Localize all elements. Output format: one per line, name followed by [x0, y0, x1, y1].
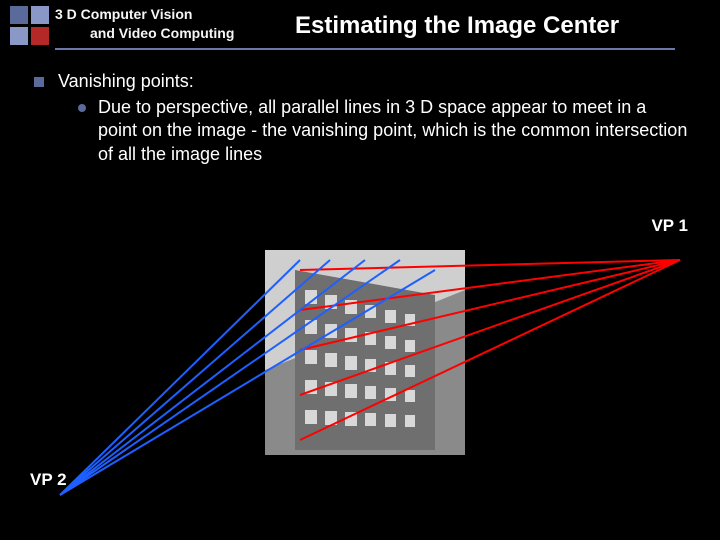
circle-bullet-icon [78, 104, 86, 112]
bullet-main: Vanishing points: [34, 70, 674, 93]
square-bullet-icon [34, 77, 44, 87]
slide-title: Estimating the Image Center [295, 12, 619, 40]
vp1-label: VP 1 [651, 216, 688, 236]
bullet-main-text: Vanishing points: [58, 70, 194, 93]
logo-square-3 [10, 27, 28, 45]
vp2-label: VP 2 [30, 470, 67, 490]
slide: 3 D Computer Vision and Video Computing … [0, 0, 720, 540]
header-line-1: 3 D Computer Vision [55, 6, 192, 22]
bullet-sub: Due to perspective, all parallel lines i… [78, 96, 688, 166]
logo-square-4 [31, 27, 49, 45]
title-underline [55, 48, 675, 50]
header-line-2: and Video Computing [90, 25, 234, 41]
bullet-sub-text: Due to perspective, all parallel lines i… [98, 96, 688, 166]
logo-square-1 [10, 6, 28, 24]
logo-square-2 [31, 6, 49, 24]
building-image [265, 250, 465, 455]
logo-squares [10, 6, 49, 45]
